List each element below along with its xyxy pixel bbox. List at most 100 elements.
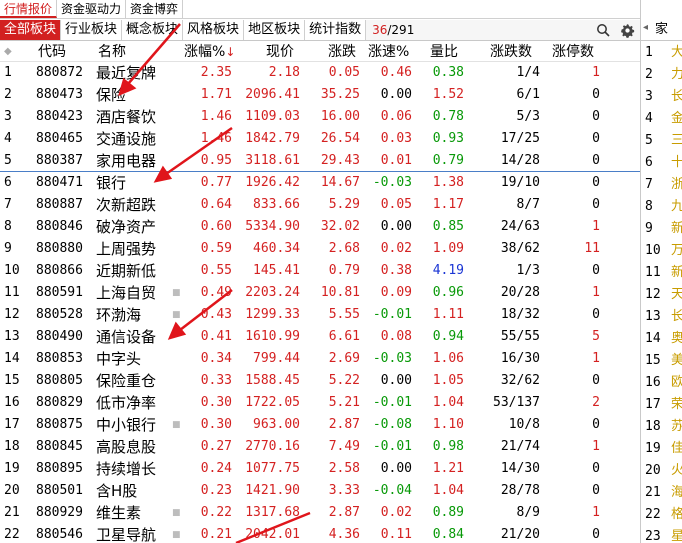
table-row[interactable]: 15 880805 保险重仓 0.33 1588.45 5.22 0.00 1.05 32/62…: [0, 370, 640, 392]
table-row[interactable]: 20 880501 含H股 0.23 1421.90 3.33 -0.04 1.04 28/78…: [0, 480, 640, 502]
volume-ratio: 0.98: [432, 439, 464, 454]
limit-up-count: 0: [592, 483, 600, 498]
side-list-item[interactable]: 2力: [641, 64, 682, 86]
current-price: 145.41: [253, 263, 300, 278]
col-header-price[interactable]: 现价: [266, 42, 294, 62]
side-list-item[interactable]: 20 火: [641, 460, 682, 482]
col-header-code[interactable]: 代码: [38, 42, 66, 62]
stock-code: 880501: [36, 483, 83, 498]
table-row[interactable]: 13 880490 通信设备 0.41 1610.99 6.61 0.08 0.94 55/55…: [0, 326, 640, 348]
table-row[interactable]: 2 880473 保险 1.71 2096.41 35.25 0.00 1.52 6/1 0: [0, 84, 640, 106]
side-list-index: 16: [645, 375, 661, 390]
row-index: 20: [4, 483, 20, 498]
side-list-item[interactable]: 23 星: [641, 526, 682, 543]
side-list-item[interactable]: 5三: [641, 130, 682, 152]
side-list-item[interactable]: 16 欧: [641, 372, 682, 394]
change-speed: 0.05: [380, 197, 412, 212]
side-list-rows: 1 大 2 力 3 长 4 金 5 三 6 十 7 浙 8 九 9 新 10 万 11 新 12 天 13 长 14 奥 15 美 16 欧 1…: [641, 42, 682, 543]
table-row[interactable]: 8 880846 破净资产 0.60 5334.90 32.02 0.00 0.85 24/63…: [0, 216, 640, 238]
up-down-count: 53/137: [493, 395, 540, 410]
col-header-limit-up[interactable]: 涨停数: [552, 42, 594, 62]
volume-ratio: 1.21: [432, 461, 464, 476]
col-header-speed[interactable]: 涨速%: [368, 42, 409, 62]
table-row[interactable]: 19 880895 持续增长 0.24 1077.75 2.58 0.00 1.21 14/30…: [0, 458, 640, 480]
sector-tab-5[interactable]: 统计指数: [305, 20, 367, 40]
table-row[interactable]: 1 880872 最近复牌 2.35 2.18 0.05 0.46 0.38 1/4 1: [0, 62, 640, 84]
table-row[interactable]: 12 880528 环渤海 0.43 1299.33 5.55 -0.01 1.11 18/32…: [0, 304, 640, 326]
sector-tab-4[interactable]: 地区板块: [244, 20, 306, 40]
sector-tab-1[interactable]: 行业板块: [61, 20, 123, 40]
side-list-item[interactable]: 18 苏: [641, 416, 682, 438]
table-row[interactable]: 9 880880 上周强势 0.59 460.34 2.68 0.02 1.09 38/62 11: [0, 238, 640, 260]
side-list-name-fragment: 大: [671, 45, 682, 60]
table-row[interactable]: 10 880866 近期新低 0.55 145.41 0.79 0.38 4.19 1/3 0: [0, 260, 640, 282]
change-percent: 0.27: [200, 439, 232, 454]
table-row[interactable]: 16 880829 低市净率 0.30 1722.05 5.21 -0.01 1.04 53/1…: [0, 392, 640, 414]
stock-name: 次新超跌: [96, 196, 157, 214]
change-speed: -0.03: [372, 175, 412, 190]
side-list-item[interactable]: 10 万: [641, 240, 682, 262]
side-list-item[interactable]: 9新: [641, 218, 682, 240]
table-row[interactable]: 6 880471 银行 0.77 1926.42 14.67 -0.03 1.38 19/10 0: [0, 172, 640, 194]
side-list-item[interactable]: 7浙: [641, 174, 682, 196]
current-price: 2096.41: [245, 87, 300, 102]
row-index: 6: [4, 175, 12, 190]
up-down-count: 38/62: [500, 241, 540, 256]
table-row[interactable]: 4 880465 交通设施 1.46 1842.79 26.54 0.03 0.93 17/25…: [0, 128, 640, 150]
top-tab-1[interactable]: 资金驱动力: [57, 0, 127, 18]
header-menu-icon[interactable]: ◆: [4, 42, 12, 62]
side-list-name-fragment: 万: [671, 243, 682, 258]
table-row[interactable]: 5 880387 家用电器 0.95 3118.61 29.43 0.01 0.79 14/28…: [0, 150, 640, 172]
side-list-name-fragment: 奥: [671, 331, 682, 346]
limit-up-count: 11: [584, 241, 600, 256]
sector-tab-0[interactable]: 全部板块: [0, 20, 62, 40]
side-list-item[interactable]: 21 海: [641, 482, 682, 504]
price-change: 5.29: [328, 197, 360, 212]
side-list-item[interactable]: 12 天: [641, 284, 682, 306]
top-tab-bar: 行情报价 资金驱动力 资金博弈: [0, 0, 640, 19]
search-icon[interactable]: [594, 21, 612, 39]
margin-mark-icon: ■: [172, 508, 181, 518]
side-list-item[interactable]: 1大: [641, 42, 682, 64]
side-list-item[interactable]: 17 荣: [641, 394, 682, 416]
top-tab-0[interactable]: 行情报价: [0, 0, 58, 18]
col-header-pct[interactable]: 涨幅%↓: [184, 42, 235, 62]
side-list-item[interactable]: 13 长: [641, 306, 682, 328]
col-header-volume-ratio[interactable]: 量比: [430, 42, 458, 62]
top-tab-2[interactable]: 资金博弈: [126, 0, 184, 18]
stock-code: 880471: [36, 175, 83, 190]
side-list-index: 13: [645, 309, 661, 324]
table-row[interactable]: 21 880929 维生素 0.22 1317.68 2.87 0.02 0.89 8/9 1 ■: [0, 502, 640, 524]
side-list-item[interactable]: 15 美: [641, 350, 682, 372]
col-header-change[interactable]: 涨跌: [328, 42, 356, 62]
up-down-count: 1/3: [516, 263, 540, 278]
gear-icon[interactable]: [618, 21, 636, 39]
side-list-item[interactable]: 4金: [641, 108, 682, 130]
current-price: 2203.24: [245, 285, 300, 300]
row-index: 14: [4, 351, 20, 366]
current-price: 1109.03: [245, 109, 300, 124]
side-list-item[interactable]: 22 格: [641, 504, 682, 526]
sector-tab-2[interactable]: 概念板块: [122, 20, 184, 40]
table-row[interactable]: 22 880546 卫星导航 0.21 2042.01 4.36 0.11 0.84 21/20…: [0, 524, 640, 543]
table-row[interactable]: 17 880875 中小银行 0.30 963.00 2.87 -0.08 1.10 10/8 0…: [0, 414, 640, 436]
side-list-item[interactable]: 8九: [641, 196, 682, 218]
side-list-item[interactable]: 6十: [641, 152, 682, 174]
side-list-item[interactable]: 3长: [641, 86, 682, 108]
col-header-up-down[interactable]: 涨跌数: [490, 42, 532, 62]
table-row[interactable]: 7 880887 次新超跌 0.64 833.66 5.29 0.05 1.17 8/7 0: [0, 194, 640, 216]
side-list-item[interactable]: 14 奥: [641, 328, 682, 350]
col-header-name[interactable]: 名称: [98, 42, 126, 62]
side-list-item[interactable]: 19 佳: [641, 438, 682, 460]
sector-tab-3[interactable]: 风格板块: [183, 20, 245, 40]
side-list-item[interactable]: 11 新: [641, 262, 682, 284]
change-speed: -0.01: [372, 395, 412, 410]
stock-name: 上周强势: [96, 240, 157, 258]
table-row[interactable]: 11 880591 上海自贸 0.49 2203.24 10.81 0.09 0.96 20/2…: [0, 282, 640, 304]
up-down-count: 24/63: [500, 219, 540, 234]
change-speed: 0.03: [380, 131, 412, 146]
table-row[interactable]: 14 880853 中字头 0.34 799.44 2.69 -0.03 1.06 16/30 1: [0, 348, 640, 370]
change-percent: 0.60: [200, 219, 232, 234]
table-row[interactable]: 18 880845 高股息股 0.27 2770.16 7.49 -0.01 0.98 21/7…: [0, 436, 640, 458]
table-row[interactable]: 3 880423 酒店餐饮 1.46 1109.03 16.00 0.06 0.78 5/3 0: [0, 106, 640, 128]
